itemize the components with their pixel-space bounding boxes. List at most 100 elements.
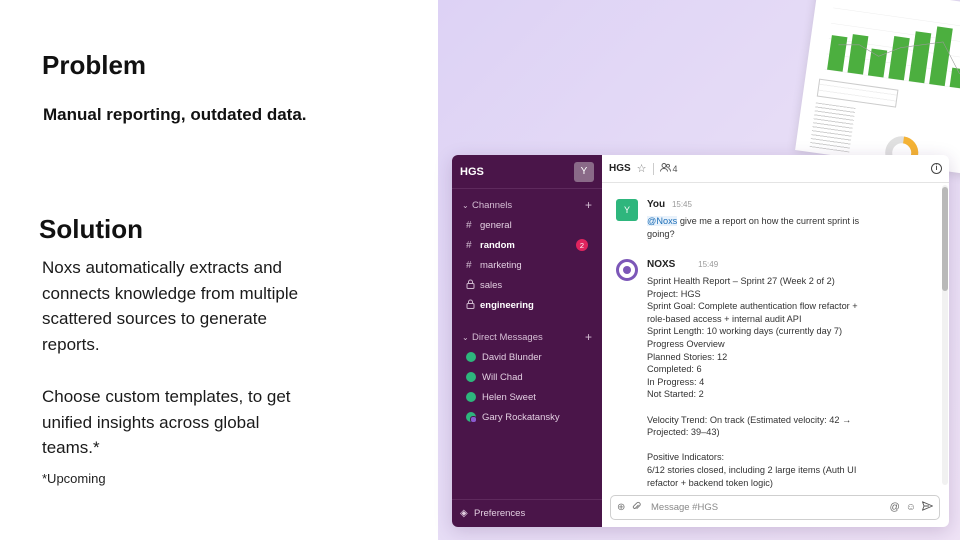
send-icon[interactable]: [922, 501, 933, 514]
channel-label: sales: [480, 279, 503, 291]
message-input[interactable]: Message #HGS: [651, 502, 884, 513]
mention-icon[interactable]: @: [890, 502, 900, 513]
presence-dot-icon: [466, 392, 476, 402]
noxs-logo-icon[interactable]: [616, 259, 638, 281]
members-button[interactable]: 4: [659, 163, 678, 174]
dm-name: Helen Sweet: [482, 391, 536, 403]
preferences-label: Preferences: [474, 508, 526, 519]
mention-link[interactable]: @Noxs: [647, 216, 678, 226]
sidebar-item-sales[interactable]: sales: [452, 275, 602, 295]
solution-line: reports.: [42, 334, 100, 354]
sidebar-item-gary-rockatansky[interactable]: Gary Rockatansky: [452, 407, 602, 427]
message-header: You 15:45: [647, 199, 692, 210]
report-line: Project: HGS: [647, 288, 701, 299]
chevron-down-icon: ⌄: [462, 332, 469, 342]
solution-paragraph-1: Noxs automatically extracts and connects…: [42, 255, 352, 357]
report-line: role-based access + internal audit API: [647, 313, 802, 324]
sidebar-item-random[interactable]: # random 2: [452, 235, 602, 255]
report-line: Sprint Goal: Complete authentication flo…: [647, 301, 858, 312]
sidebar-item-helen-sweet[interactable]: Helen Sweet: [452, 387, 602, 407]
channel-label: random: [480, 239, 515, 251]
channel-view: HGS ☆ 4 i Y You 15:45 @Noxs give me a re: [602, 155, 949, 527]
info-icon[interactable]: i: [931, 163, 942, 174]
channel-header: HGS ☆ 4 i: [602, 155, 949, 183]
report-thumbnail: [795, 0, 960, 177]
sidebar-item-will-chad[interactable]: Will Chad: [452, 367, 602, 387]
sender-name[interactable]: NOXS: [647, 259, 675, 270]
sidebar-item-general[interactable]: # general: [452, 215, 602, 235]
lock-icon: [466, 299, 480, 312]
chat-app-window: HGS Y ⌄ Channels + # general # random 2 …: [452, 155, 949, 527]
channel-label: engineering: [480, 299, 534, 311]
workspace-header[interactable]: HGS Y: [452, 155, 602, 189]
problem-text: Manual reporting, outdated data.: [43, 105, 307, 124]
report-text-lines: [809, 102, 856, 153]
report-line: Projected: 39–43): [647, 427, 720, 438]
message-text: going?: [647, 228, 675, 239]
people-icon: [659, 163, 671, 174]
add-circle-icon[interactable]: ⊕: [617, 502, 629, 513]
message-composer[interactable]: ⊕ Message #HGS @ ☺: [610, 495, 940, 520]
presence-dot-icon: [466, 352, 476, 362]
add-dm-icon[interactable]: +: [585, 330, 592, 344]
header-divider: [652, 162, 654, 175]
solution-line: Noxs automatically extracts and: [42, 258, 282, 277]
member-count: 4: [672, 163, 678, 174]
solution-line: unified insights across global: [42, 412, 260, 432]
message-list: Y You 15:45 @Noxs give me a report on ho…: [602, 183, 940, 488]
channel-title[interactable]: HGS: [609, 163, 631, 174]
solution-paragraph-2: Choose custom templates, to get unified …: [42, 384, 352, 461]
report-line: refactor + backend token logic): [647, 477, 773, 488]
user-avatar[interactable]: Y: [574, 161, 594, 182]
message-body: Sprint Health Report – Sprint 27 (Week 2…: [647, 275, 897, 488]
report-line: Positive Indicators:: [647, 452, 725, 463]
solution-line: connects knowledge from multiple: [42, 283, 299, 303]
footnote: *Upcoming: [42, 471, 106, 486]
unread-badge: 2: [576, 239, 588, 251]
preferences-button[interactable]: ◈ Preferences: [452, 499, 602, 527]
report-line: Velocity Trend: On track (Estimated velo…: [647, 414, 852, 425]
hash-icon: #: [466, 239, 472, 251]
chevron-down-icon: ⌄: [462, 200, 469, 210]
channel-label: general: [480, 219, 512, 231]
channels-label: Channels: [472, 199, 513, 211]
report-line: Planned Stories: 12: [647, 351, 728, 362]
report-bar: [827, 35, 848, 72]
report-line: Sprint Health Report – Sprint 27 (Week 2…: [647, 276, 835, 286]
emoji-icon[interactable]: ☺: [906, 502, 916, 513]
hash-icon: #: [466, 219, 472, 231]
presence-dot-icon: [466, 372, 476, 382]
message-time: 15:49: [698, 260, 719, 269]
solution-line: teams.*: [42, 438, 100, 457]
dm-section-header[interactable]: ⌄ Direct Messages +: [452, 327, 602, 347]
add-channel-icon[interactable]: +: [585, 198, 592, 212]
dm-label: Direct Messages: [472, 331, 543, 343]
paperclip-icon[interactable]: [632, 501, 644, 514]
workspace-name: HGS: [460, 165, 484, 178]
report-line: 6/12 stories closed, including 2 large i…: [647, 464, 857, 475]
report-line: Sprint Length: 10 working days (currentl…: [647, 326, 843, 337]
sender-name[interactable]: You: [647, 199, 665, 210]
dm-name: Gary Rockatansky: [482, 411, 560, 423]
problem-heading: Problem: [42, 50, 147, 80]
message-header: NOXS 15:49: [647, 259, 718, 270]
avatar[interactable]: Y: [616, 199, 638, 221]
sidebar-item-marketing[interactable]: # marketing: [452, 255, 602, 275]
report-bar: [908, 31, 932, 84]
hash-icon: #: [466, 259, 472, 271]
channels-section-header[interactable]: ⌄ Channels +: [452, 195, 602, 215]
report-line: In Progress: 4: [647, 376, 705, 387]
sidebar-item-engineering[interactable]: engineering: [452, 295, 602, 315]
sidebar-item-david-blunder[interactable]: David Blunder: [452, 347, 602, 367]
message-body: @Noxs give me a report on how the curren…: [647, 215, 897, 240]
message-scrollbar[interactable]: [942, 185, 948, 485]
dm-name: David Blunder: [482, 351, 542, 363]
channel-label: marketing: [480, 259, 522, 271]
scroll-thumb[interactable]: [942, 187, 948, 291]
report-line: [647, 439, 897, 452]
report-bar: [888, 36, 910, 81]
layers-icon: ◈: [460, 508, 468, 519]
star-icon[interactable]: ☆: [637, 162, 647, 175]
lock-icon: [466, 279, 480, 292]
report-line: [647, 401, 897, 414]
